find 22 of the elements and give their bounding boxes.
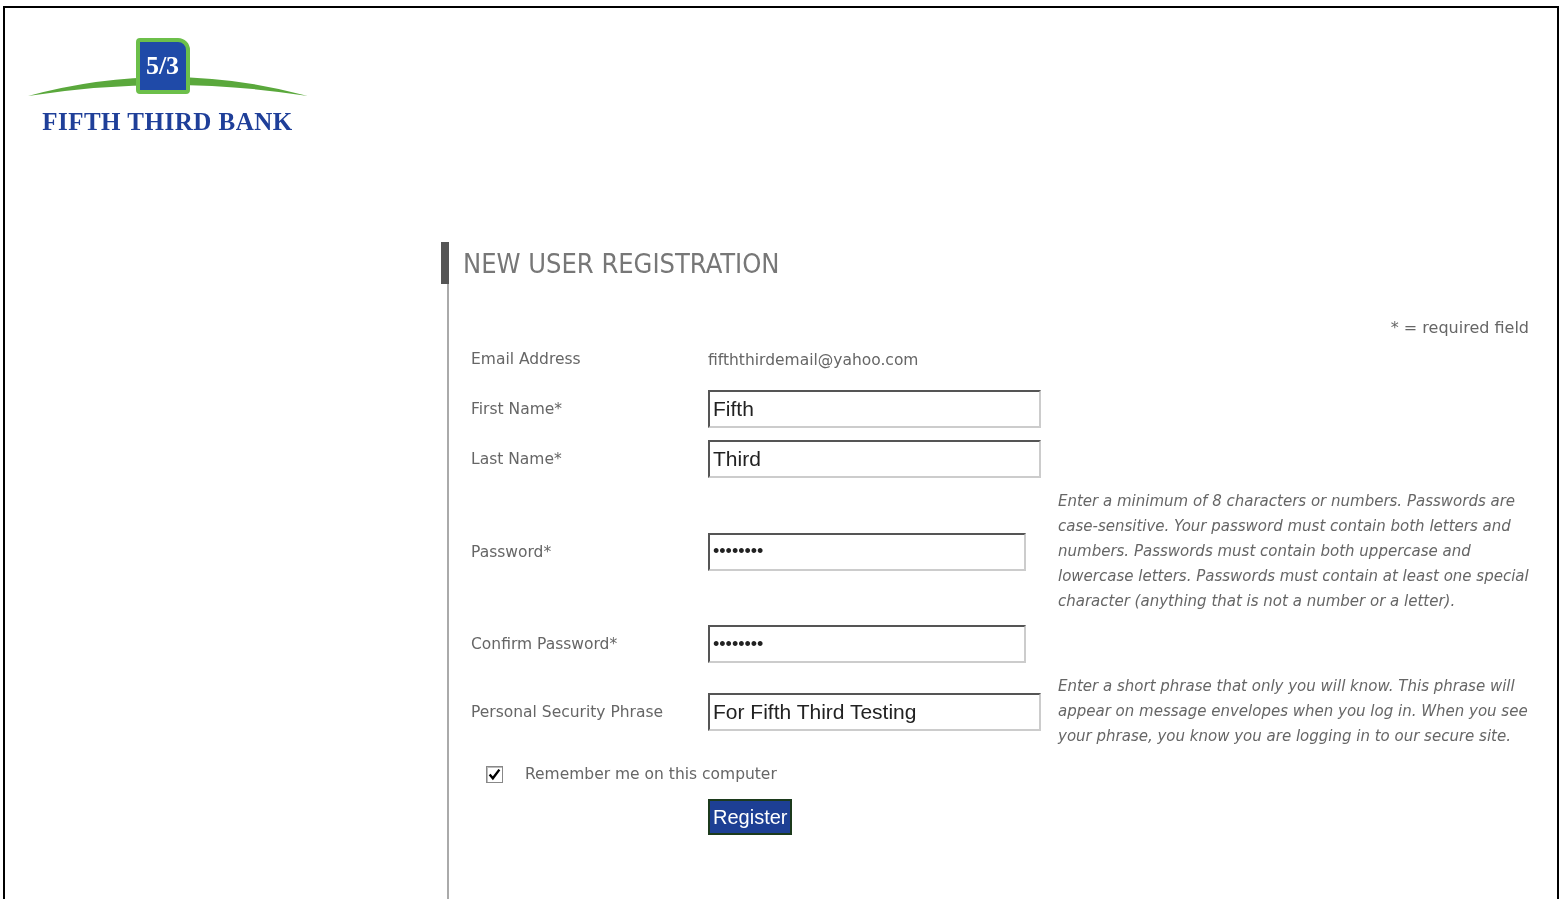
- checkbox-label: Remember me on this computer: [525, 765, 777, 783]
- remember-checkbox[interactable]: [486, 765, 503, 783]
- logo-badge: 5/3: [135, 38, 190, 94]
- logo-wordmark: FIFTH THIRD BANK: [42, 108, 293, 136]
- field-label: First Name*: [471, 400, 564, 418]
- password-field[interactable]: ••••••••: [708, 532, 1026, 571]
- field-label: Password*: [471, 542, 553, 561]
- hint-text: Enter a minimum of 8 characters or numbers. Passwords are case-sensitive. Your password must contain both letters and numbers. Passwords must contain both uppercase and lowercase letters. Passwords must contain at least one special character (anything that is not a number or a letter).: [1058, 491, 1529, 612]
- title-accent-bar: [441, 242, 449, 284]
- input-field[interactable]: For Fifth Third Testing: [708, 692, 1041, 731]
- field-label: Confirm Password*: [471, 635, 619, 653]
- password-field[interactable]: ••••••••: [708, 625, 1026, 663]
- register-button[interactable]: Register: [708, 799, 793, 835]
- input-field[interactable]: Third: [708, 440, 1041, 478]
- field-label: Personal Security Phrase: [471, 702, 665, 721]
- field-label: Email Address: [471, 350, 582, 368]
- required-field-note: * = required field: [1390, 318, 1529, 337]
- page-title: NEW USER REGISTRATION: [462, 247, 780, 279]
- hint-text: Enter a short phrase that only you will know. This phrase will appear on message envelopes when you log in. When you see your phrase, you know you are logging in to our secure site.: [1058, 676, 1529, 747]
- input-field[interactable]: Fifth: [708, 390, 1041, 428]
- email-value: fifththirdemail@yahoo.com: [708, 350, 919, 369]
- field-label: Last Name*: [471, 450, 563, 468]
